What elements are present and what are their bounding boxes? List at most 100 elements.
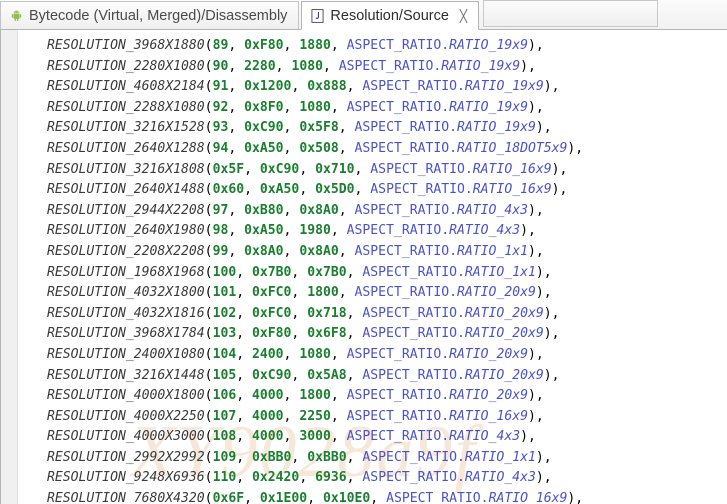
code-punctuation: , xyxy=(331,409,347,424)
code-line[interactable]: RESOLUTION_3216X1448(105, 0xC90, 0x5A8, … xyxy=(18,366,727,387)
code-punctuation: ( xyxy=(205,409,213,424)
code-punctuation: , xyxy=(291,450,307,465)
code-identifier: RESOLUTION_2944X2208 xyxy=(47,203,205,218)
code-line[interactable]: RESOLUTION_4608X2184(91, 0x1200, 0x888, … xyxy=(18,77,727,98)
code-number: 1080 xyxy=(299,100,331,115)
code-punctuation: ), xyxy=(544,326,560,341)
tab-resolution-source[interactable]: Resolution/Source ╳ xyxy=(301,1,479,30)
code-line[interactable]: RESOLUTION_3968X1880(89, 0xF80, 1880, AS… xyxy=(18,36,727,57)
code-number: 110 xyxy=(213,470,237,485)
code-number: 0xF80 xyxy=(244,38,283,53)
code-punctuation: ( xyxy=(205,203,213,218)
code-punctuation: , xyxy=(307,491,323,504)
code-enum-constant: RATIO_19x9 xyxy=(457,120,536,135)
code-punctuation: , xyxy=(284,347,300,362)
code-punctuation: ), xyxy=(536,470,552,485)
code-number: 0x5F8 xyxy=(299,120,338,135)
code-line[interactable]: RESOLUTION_4000X2250(107, 4000, 2250, AS… xyxy=(18,407,727,428)
tab-label: Bytecode (Virtual, Merged)/Disassembly xyxy=(29,8,287,24)
code-line[interactable]: RESOLUTION_3968X1784(103, 0xF80, 0x6F8, … xyxy=(18,324,727,345)
code-punctuation: , xyxy=(284,120,300,135)
code-number: 100 xyxy=(213,265,237,280)
code-punctuation: , xyxy=(276,59,292,74)
tab-label: Resolution/Source xyxy=(330,8,449,24)
code-punctuation: , xyxy=(236,388,252,403)
code-punctuation: , xyxy=(323,59,339,74)
code-punctuation: ( xyxy=(205,429,213,444)
code-punctuation: ), xyxy=(528,38,544,53)
code-number: 0xF80 xyxy=(252,326,291,341)
code-line[interactable]: RESOLUTION_4032X1816(102, 0xFC0, 0x718, … xyxy=(18,304,727,325)
code-punctuation: , xyxy=(299,162,315,177)
code-punctuation: ( xyxy=(205,450,213,465)
code-punctuation: ), xyxy=(536,265,552,280)
code-enum-class: ASPECT_RATIO. xyxy=(362,265,464,280)
code-line[interactable]: RESOLUTION_3216X1528(93, 0xC90, 0x5F8, A… xyxy=(18,118,727,139)
code-line[interactable]: RESOLUTION_2280X1080(90, 2280, 1080, ASP… xyxy=(18,57,727,78)
code-punctuation: ), xyxy=(536,120,552,135)
code-punctuation: ( xyxy=(205,326,213,341)
code-identifier: RESOLUTION_2992X2992 xyxy=(47,450,205,465)
code-number: 2280 xyxy=(244,59,276,74)
editor-gutter[interactable] xyxy=(1,30,17,504)
code-number: 101 xyxy=(213,285,237,300)
code-number: 0x888 xyxy=(307,79,346,94)
code-punctuation: , xyxy=(291,79,307,94)
code-punctuation: ( xyxy=(205,38,213,53)
code-punctuation: , xyxy=(228,59,244,74)
source-editor[interactable]: XY9028a9f RESOLUTION_3968X1880(89, 0xF80… xyxy=(0,30,727,504)
code-number: 1080 xyxy=(299,347,331,362)
code-number: 108 xyxy=(213,429,237,444)
code-punctuation: ( xyxy=(205,244,213,259)
code-number: 0x60 xyxy=(213,182,245,197)
code-line[interactable]: RESOLUTION_4000X1800(106, 4000, 1800, AS… xyxy=(18,386,727,407)
code-enum-class: ASPECT_RATIO. xyxy=(347,409,449,424)
code-enum-class: ASPECT_RATIO. xyxy=(362,306,464,321)
code-punctuation: ), xyxy=(528,100,544,115)
code-line[interactable]: RESOLUTION_2640X1980(98, 0xA50, 1980, AS… xyxy=(18,221,727,242)
code-line[interactable]: RESOLUTION_2208X2208(99, 0x8A0, 0x8A0, A… xyxy=(18,242,727,263)
code-line[interactable]: RESOLUTION_2400X1080(104, 2400, 1080, AS… xyxy=(18,345,727,366)
code-number: 0x710 xyxy=(315,162,354,177)
tab-bytecode-disassembly[interactable]: Bytecode (Virtual, Merged)/Disassembly xyxy=(0,1,299,30)
code-number: 0xA50 xyxy=(260,182,299,197)
code-number: 0x8A0 xyxy=(299,244,338,259)
code-number: 0x1200 xyxy=(244,79,291,94)
code-punctuation: ), xyxy=(552,182,568,197)
code-punctuation: , xyxy=(284,100,300,115)
code-content[interactable]: RESOLUTION_3968X1880(89, 0xF80, 1880, AS… xyxy=(18,30,727,504)
code-punctuation: , xyxy=(284,38,300,53)
code-punctuation: , xyxy=(331,347,347,362)
code-identifier: RESOLUTION_2400X1080 xyxy=(47,347,205,362)
code-enum-class: ASPECT_RATIO. xyxy=(370,162,472,177)
code-number: 6936 xyxy=(315,470,347,485)
code-number: 3000 xyxy=(299,429,331,444)
code-punctuation: , xyxy=(347,450,363,465)
code-line[interactable]: RESOLUTION_1968X1968(100, 0x7B0, 0x7B0, … xyxy=(18,263,727,284)
code-number: 104 xyxy=(213,347,237,362)
code-punctuation: , xyxy=(331,388,347,403)
code-punctuation: ( xyxy=(205,120,213,135)
code-line[interactable]: RESOLUTION_2288X1080(92, 0x8F0, 1080, AS… xyxy=(18,98,727,119)
code-punctuation: ), xyxy=(528,244,544,259)
code-line[interactable]: RESOLUTION_2640X1288(94, 0xA50, 0x508, A… xyxy=(18,139,727,160)
code-punctuation: , xyxy=(291,368,307,383)
close-icon[interactable]: ╳ xyxy=(460,10,467,22)
code-line[interactable]: RESOLUTION_4032X1800(101, 0xFC0, 1800, A… xyxy=(18,283,727,304)
code-enum-class: ASPECT_RATIO. xyxy=(362,450,464,465)
code-line[interactable]: RESOLUTION_2992X2992(109, 0xBB0, 0xBB0, … xyxy=(18,448,727,469)
code-line[interactable]: RESOLUTION_7680X4320(0x6F, 0x1E00, 0x10E… xyxy=(18,489,727,504)
code-number: 106 xyxy=(213,388,237,403)
code-line[interactable]: RESOLUTION_9248X6936(110, 0x2420, 6936, … xyxy=(18,468,727,489)
code-line[interactable]: RESOLUTION_2640X1488(0x60, 0xA50, 0x5D0,… xyxy=(18,180,727,201)
code-identifier: RESOLUTION_4000X3000 xyxy=(47,429,205,444)
code-line[interactable]: RESOLUTION_3216X1808(0x5F, 0xC90, 0x710,… xyxy=(18,160,727,181)
code-punctuation: ( xyxy=(205,223,213,238)
code-number: 0xC90 xyxy=(252,368,291,383)
code-punctuation: , xyxy=(236,409,252,424)
code-number: 0x7B0 xyxy=(307,265,346,280)
code-line[interactable]: RESOLUTION_2944X2208(97, 0xB80, 0x8A0, A… xyxy=(18,201,727,222)
code-number: 0x5D0 xyxy=(315,182,354,197)
code-line[interactable]: RESOLUTION_4000X3000(108, 4000, 3000, AS… xyxy=(18,427,727,448)
code-enum-constant: RATIO_19x9 xyxy=(441,59,520,74)
